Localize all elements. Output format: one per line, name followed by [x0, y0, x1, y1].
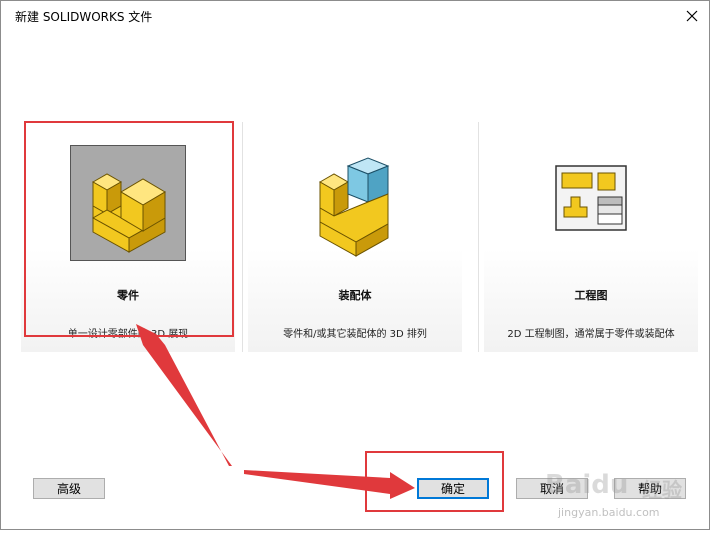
drawing-icon	[534, 146, 648, 260]
template-description: 单一设计零部件的 3D 展现	[67, 329, 189, 340]
assembly-icon	[298, 146, 412, 260]
help-button[interactable]: 帮助	[614, 478, 686, 499]
separator	[478, 122, 479, 352]
new-document-dialog: 新建 SOLIDWORKS 文件 零件 单一设计零部件的 3D 展现 装配体 零…	[0, 0, 710, 530]
template-description: 2D 工程制图，通常属于零件或装配体	[507, 329, 675, 340]
close-icon	[686, 10, 698, 22]
window-title: 新建 SOLIDWORKS 文件	[15, 10, 153, 24]
ok-button[interactable]: 确定	[417, 478, 489, 499]
separator	[242, 122, 243, 352]
part-icon	[70, 145, 186, 261]
close-button[interactable]	[679, 4, 705, 28]
template-tile-drawing[interactable]: 工程图 2D 工程制图，通常属于零件或装配体	[484, 122, 698, 352]
template-name: 装配体	[338, 289, 372, 302]
template-tile-part[interactable]: 零件 单一设计零部件的 3D 展现	[21, 122, 235, 352]
template-name: 工程图	[574, 289, 608, 302]
cancel-button[interactable]: 取消	[516, 478, 588, 499]
template-name: 零件	[117, 289, 139, 302]
title-bar: 新建 SOLIDWORKS 文件	[1, 1, 709, 31]
template-tile-assembly[interactable]: 装配体 零件和/或其它装配体的 3D 排列	[248, 122, 462, 352]
template-description: 零件和/或其它装配体的 3D 排列	[283, 329, 427, 340]
advanced-button[interactable]: 高级	[33, 478, 105, 499]
